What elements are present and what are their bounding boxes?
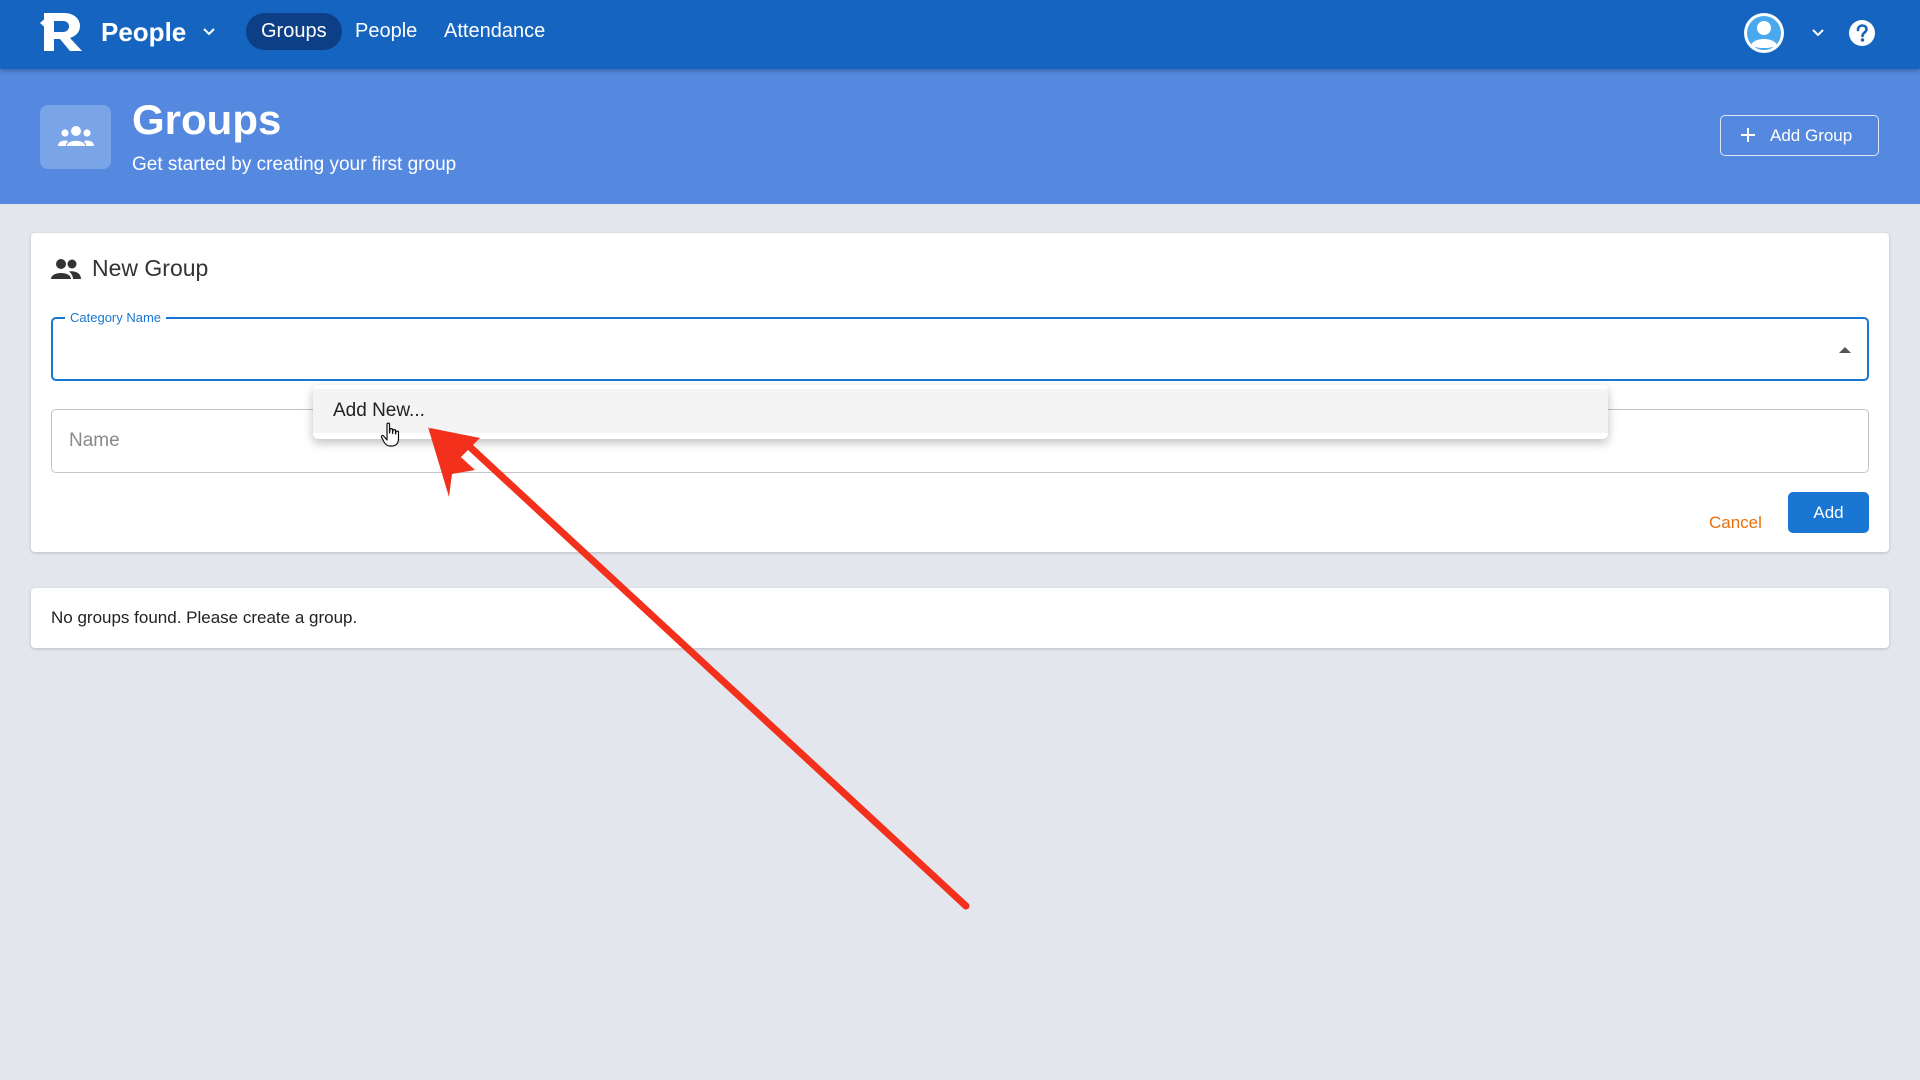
page-header-banner: Groups Get started by creating your firs… bbox=[0, 69, 1920, 204]
caret-up-icon[interactable] bbox=[1839, 347, 1851, 353]
category-name-select[interactable]: Category Name bbox=[51, 310, 1869, 381]
app-logo-icon[interactable] bbox=[38, 11, 84, 53]
card-title: New Group bbox=[92, 255, 209, 281]
help-icon[interactable] bbox=[1848, 19, 1876, 47]
page-title: Groups bbox=[132, 96, 282, 143]
group-icon bbox=[51, 259, 81, 279]
nav-people[interactable]: People bbox=[340, 13, 432, 50]
chevron-down-icon[interactable] bbox=[1809, 24, 1827, 42]
nav-groups[interactable]: Groups bbox=[246, 13, 342, 50]
name-placeholder: Name bbox=[69, 430, 120, 451]
user-avatar-icon[interactable] bbox=[1743, 12, 1785, 54]
plus-icon bbox=[1741, 128, 1755, 142]
cancel-button[interactable]: Cancel bbox=[1701, 503, 1770, 543]
add-group-button[interactable]: Add Group bbox=[1720, 115, 1879, 156]
nav-attendance[interactable]: Attendance bbox=[429, 13, 560, 50]
app-bar: People Groups People Attendance bbox=[0, 0, 1920, 69]
app-switcher-label[interactable]: People bbox=[101, 16, 186, 48]
category-name-label: Category Name bbox=[65, 310, 167, 326]
chevron-down-icon[interactable] bbox=[200, 23, 218, 41]
hand-cursor-icon bbox=[380, 422, 400, 447]
menu-item-label: Add New... bbox=[333, 400, 425, 421]
category-dropdown-menu: Add New... bbox=[313, 385, 1608, 439]
add-button[interactable]: Add bbox=[1788, 492, 1869, 533]
groups-icon-tile bbox=[40, 105, 111, 169]
groups-icon bbox=[58, 126, 94, 146]
empty-state-card: No groups found. Please create a group. bbox=[31, 588, 1889, 648]
add-group-label: Add Group bbox=[1770, 126, 1853, 145]
menu-item-add-new[interactable]: Add New... bbox=[313, 389, 1608, 433]
empty-state-text: No groups found. Please create a group. bbox=[51, 608, 358, 627]
page-subtitle: Get started by creating your first group bbox=[132, 154, 457, 175]
